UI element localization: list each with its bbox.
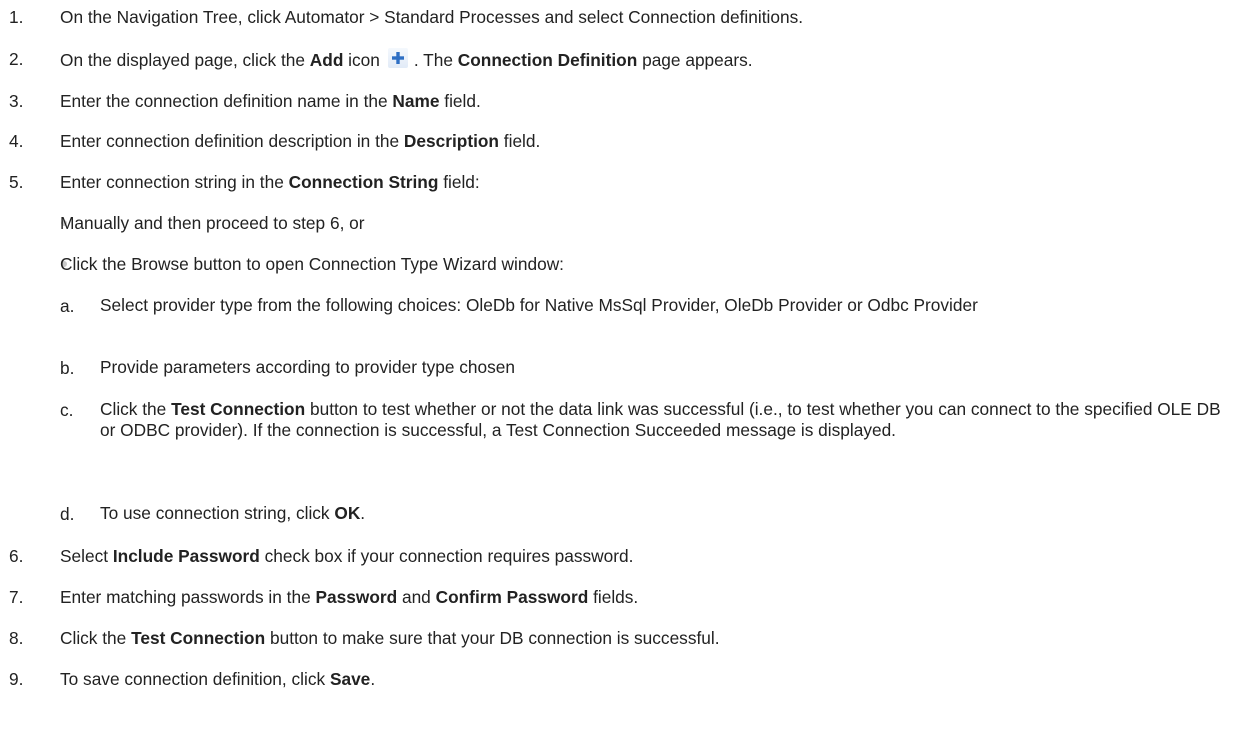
step-text: Enter connection string in the Connectio… <box>60 172 480 192</box>
connection-definition-label: Connection Definition <box>457 50 638 70</box>
step-text: Select Include Password check box if you… <box>60 546 634 566</box>
substep-text: Provide parameters according to provider… <box>100 357 515 377</box>
add-label: Add <box>309 50 344 70</box>
substep-text: To use connection string, click OK. <box>100 503 366 523</box>
step-number: 3. <box>9 91 24 111</box>
step-text: On the Navigation Tree, click Automator … <box>60 7 804 27</box>
substep-letter: d. <box>60 504 75 524</box>
substep-letter: b. <box>60 358 75 378</box>
step-text: Click the Test Connection button to make… <box>60 628 720 648</box>
step-number: 2. <box>9 49 24 69</box>
step-number: 4. <box>9 131 24 151</box>
plus-icon <box>387 48 408 68</box>
bullet-text: Click the Browse button to open Connecti… <box>60 254 564 274</box>
substep-text: Select provider type from the following … <box>100 295 978 315</box>
substep-text: Click the Test Connection button to test… <box>100 399 1221 440</box>
step-text: On the displayed page, click the Add ico… <box>60 48 753 70</box>
step-number: 1. <box>9 7 24 27</box>
bullet-text: Manually and then proceed to step 6, or <box>60 213 365 233</box>
substep-letter: c. <box>60 400 74 420</box>
step-text: To save connection definition, click Sav… <box>60 669 376 689</box>
step-number: 9. <box>9 669 24 689</box>
step-number: 6. <box>9 546 24 566</box>
step-number: 8. <box>9 628 24 648</box>
step-text: Enter the connection definition name in … <box>60 91 481 111</box>
step-text: Enter connection definition description … <box>60 131 541 151</box>
step-number: 7. <box>9 587 24 607</box>
substep-letter: a. <box>60 296 75 316</box>
step-number: 5. <box>9 172 24 192</box>
step-text: Enter matching passwords in the Password… <box>60 587 639 607</box>
